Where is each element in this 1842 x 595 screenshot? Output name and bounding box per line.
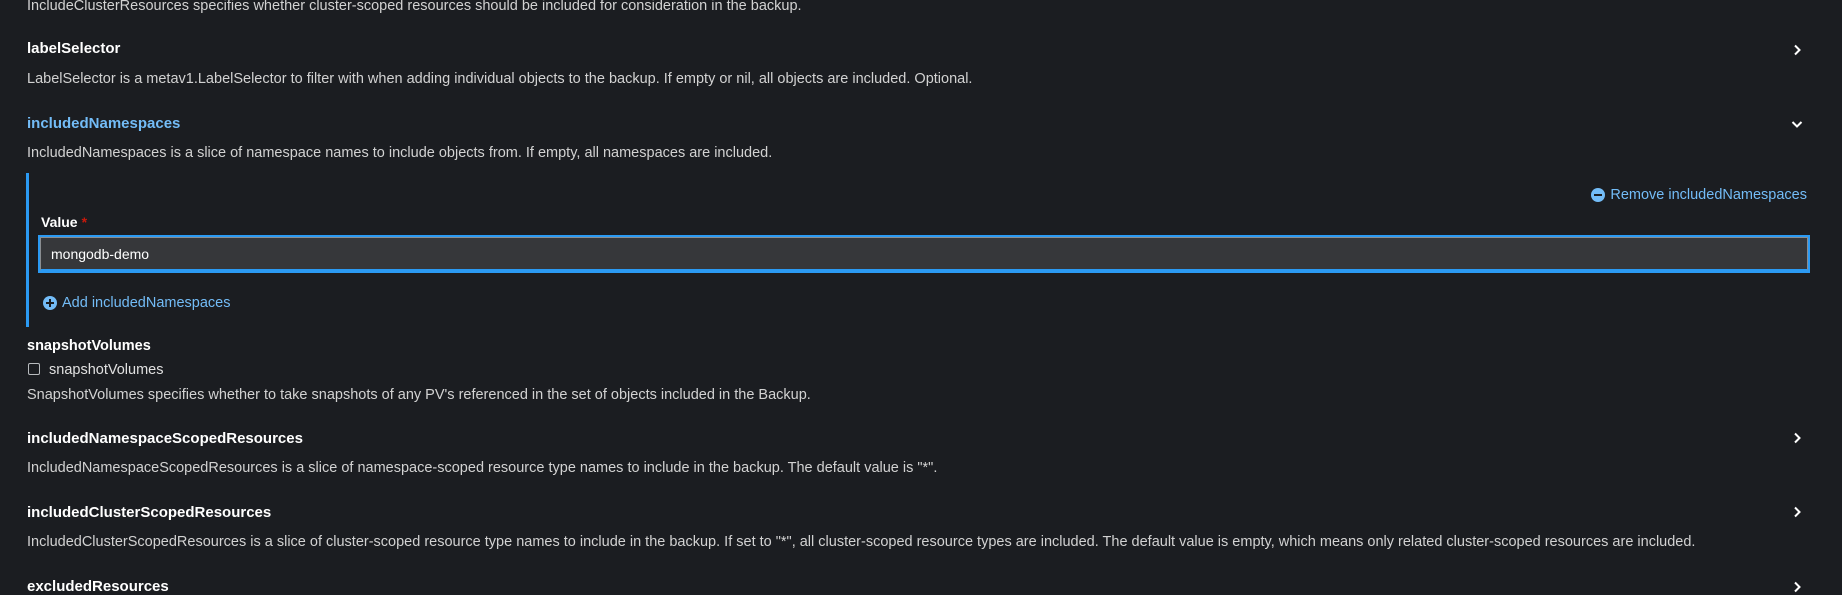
- value-label: Value *: [41, 214, 87, 230]
- label-selector-description: LabelSelector is a metav1.LabelSelector …: [27, 71, 973, 87]
- value-input[interactable]: [38, 235, 1810, 273]
- snapshot-volumes-description: SnapshotVolumes specifies whether to tak…: [27, 387, 811, 403]
- remove-included-namespaces-button[interactable]: Remove includedNamespaces: [1591, 187, 1807, 203]
- excluded-resources-title[interactable]: excludedResources: [27, 578, 169, 595]
- snapshot-volumes-title: snapshotVolumes: [27, 338, 151, 354]
- array-section-border: [26, 173, 29, 327]
- remove-included-namespaces-label: Remove includedNamespaces: [1610, 187, 1807, 203]
- chevron-down-icon[interactable]: [1790, 117, 1804, 131]
- include-cluster-resources-description: IncludeClusterResources specifies whethe…: [27, 0, 802, 14]
- included-namespace-scoped-resources-title[interactable]: includedNamespaceScopedResources: [27, 430, 303, 447]
- required-mark: *: [81, 214, 88, 230]
- backup-form: IncludeClusterResources specifies whethe…: [0, 0, 1842, 595]
- included-namespaces-description: IncludedNamespaces is a slice of namespa…: [27, 145, 773, 161]
- chevron-right-icon[interactable]: [1790, 580, 1804, 594]
- included-cluster-scoped-resources-title[interactable]: includedClusterScopedResources: [27, 504, 271, 521]
- chevron-right-icon[interactable]: [1790, 431, 1804, 445]
- snapshot-volumes-checkbox-label[interactable]: snapshotVolumes: [49, 362, 163, 378]
- included-cluster-scoped-resources-description: IncludedClusterScopedResources is a slic…: [27, 534, 1696, 550]
- minus-circle-icon: [1591, 188, 1606, 202]
- label-selector-title[interactable]: labelSelector: [27, 40, 120, 57]
- add-included-namespaces-label: Add includedNamespaces: [62, 295, 231, 311]
- add-included-namespaces-button[interactable]: Add includedNamespaces: [43, 295, 230, 311]
- snapshot-volumes-checkbox[interactable]: [28, 363, 40, 375]
- chevron-right-icon[interactable]: [1790, 505, 1804, 519]
- value-label-text: Value: [41, 214, 78, 230]
- included-namespaces-title[interactable]: includedNamespaces: [27, 115, 180, 132]
- plus-circle-icon: [43, 296, 57, 310]
- included-namespace-scoped-resources-description: IncludedNamespaceScopedResources is a sl…: [27, 460, 938, 476]
- chevron-right-icon[interactable]: [1790, 43, 1804, 57]
